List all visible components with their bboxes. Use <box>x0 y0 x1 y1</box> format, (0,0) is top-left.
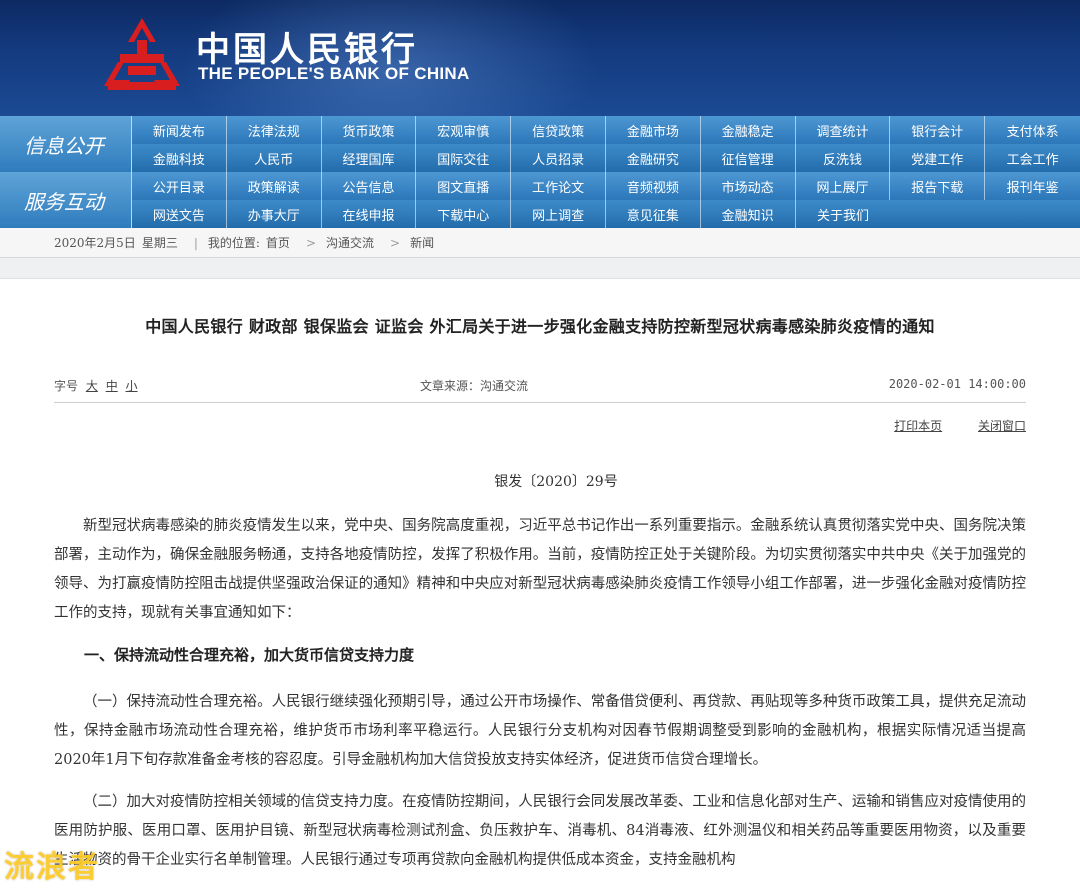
nav-item[interactable]: 党建工作 <box>890 144 986 172</box>
nav-item[interactable]: 人民币 <box>227 144 322 172</box>
divider <box>54 402 1026 403</box>
close-window-link[interactable]: 关闭窗口 <box>978 419 1026 433</box>
nav-item[interactable]: 工作论文 <box>511 172 606 200</box>
font-small-link[interactable]: 小 <box>126 379 138 393</box>
pboc-logo-icon[interactable] <box>100 16 184 92</box>
current-date: 2020年2月5日 <box>54 236 136 250</box>
nav-item[interactable]: 下载中心 <box>416 200 512 228</box>
site-header: 中国人民银行 THE PEOPLE'S BANK OF CHINA <box>0 0 1080 116</box>
breadcrumb-level1-link[interactable]: 沟通交流 <box>326 234 374 251</box>
nav-item[interactable]: 图文直播 <box>416 172 512 200</box>
font-large-link[interactable]: 大 <box>86 379 98 393</box>
nav-item[interactable]: 银行会计 <box>890 116 986 144</box>
article-tools: 打印本页 关闭窗口 <box>862 417 1026 434</box>
nav-service-row1: 公开目录 政策解读 公告信息 图文直播 工作论文 音频视频 市场动态 网上展厅 … <box>132 172 1080 200</box>
nav-item[interactable]: 报刊年鉴 <box>985 172 1080 200</box>
nav-item[interactable]: 人员招录 <box>511 144 606 172</box>
chevron-right-icon: > <box>305 235 316 250</box>
paragraph: （一）保持流动性合理充裕。人民银行继续强化预期引导，通过公开市场操作、常备借贷便… <box>54 694 1026 768</box>
document-number: 银发〔2020〕29号 <box>494 474 618 490</box>
nav-info-row2: 金融科技 人民币 经理国库 国际交往 人员招录 金融研究 征信管理 反洗钱 党建… <box>132 144 1080 172</box>
nav-item[interactable]: 网上调查 <box>511 200 606 228</box>
nav-item[interactable]: 在线申报 <box>322 200 417 228</box>
article-meta: 字号 大 中 小 文章来源：沟通交流 2020-02-01 14:00:00 <box>54 377 1026 395</box>
nav-item[interactable]: 关于我们 <box>796 200 891 228</box>
main-nav: 信息公开 新闻发布 法律法规 货币政策 宏观审慎 信贷政策 金融市场 金融稳定 … <box>0 116 1080 228</box>
nav-item[interactable]: 宏观审慎 <box>416 116 512 144</box>
nav-service-label: 服务互动 <box>0 172 132 228</box>
nav-item[interactable]: 反洗钱 <box>796 144 891 172</box>
font-medium-link[interactable]: 中 <box>106 379 118 393</box>
nav-item[interactable]: 公告信息 <box>322 172 417 200</box>
nav-info-row1: 新闻发布 法律法规 货币政策 宏观审慎 信贷政策 金融市场 金融稳定 调查统计 … <box>132 116 1080 144</box>
nav-item[interactable]: 报告下载 <box>890 172 986 200</box>
breadcrumb-level2-link[interactable]: 新闻 <box>410 234 434 251</box>
nav-item[interactable]: 金融稳定 <box>701 116 796 144</box>
nav-service-section: 服务互动 公开目录 政策解读 公告信息 图文直播 工作论文 音频视频 市场动态 … <box>0 172 1080 228</box>
article-source: 文章来源：沟通交流 <box>420 379 529 393</box>
nav-item[interactable]: 货币政策 <box>322 116 417 144</box>
watermark-text: 流浪者 <box>4 850 100 885</box>
nav-info-section: 信息公开 新闻发布 法律法规 货币政策 宏观审慎 信贷政策 金融市场 金融稳定 … <box>0 116 1080 172</box>
article-datetime: 2020-02-01 14:00:00 <box>888 377 1026 391</box>
nav-item[interactable]: 意见征集 <box>606 200 701 228</box>
nav-item[interactable]: 网送文告 <box>132 200 227 228</box>
nav-item[interactable]: 金融科技 <box>132 144 227 172</box>
font-size-switcher: 字号 大 中 小 <box>54 377 138 394</box>
nav-item[interactable]: 新闻发布 <box>132 116 227 144</box>
paragraph: （二）加大对疫情防控相关领域的信贷支持力度。在疫情防控期间，人民银行会同发展改革… <box>54 794 1026 868</box>
nav-item[interactable]: 金融知识 <box>701 200 796 228</box>
breadcrumb-home-link[interactable]: 首页 <box>266 234 290 251</box>
paragraph: 新型冠状病毒感染的肺炎疫情发生以来，党中央、国务院高度重视，习近平总书记作出一系… <box>54 518 1026 621</box>
separator: | <box>193 235 198 250</box>
article-panel: 中国人民银行 财政部 银保监会 证监会 外汇局关于进一步强化金融支持防控新型冠状… <box>0 278 1080 892</box>
nav-item[interactable]: 工会工作 <box>985 144 1080 172</box>
nav-item[interactable]: 法律法规 <box>227 116 322 144</box>
nav-item[interactable]: 网上展厅 <box>796 172 891 200</box>
nav-item[interactable]: 政策解读 <box>227 172 322 200</box>
nav-info-label: 信息公开 <box>0 116 132 172</box>
nav-item[interactable]: 金融研究 <box>606 144 701 172</box>
brand-name-en: THE PEOPLE'S BANK OF CHINA <box>198 64 470 83</box>
nav-item[interactable]: 办事大厅 <box>227 200 322 228</box>
article-title: 中国人民银行 财政部 银保监会 证监会 外汇局关于进一步强化金融支持防控新型冠状… <box>145 317 935 336</box>
chevron-right-icon: > <box>390 235 401 250</box>
print-page-link[interactable]: 打印本页 <box>894 419 942 433</box>
nav-service-row2: 网送文告 办事大厅 在线申报 下载中心 网上调查 意见征集 金融知识 关于我们 <box>132 200 1080 228</box>
section-heading: 一、保持流动性合理充裕，加大货币信贷支持力度 <box>84 646 415 664</box>
current-weekday: 星期三 <box>141 236 178 250</box>
nav-item[interactable]: 金融市场 <box>606 116 701 144</box>
nav-item[interactable]: 公开目录 <box>132 172 227 200</box>
article-body: 新型冠状病毒感染的肺炎疫情发生以来，党中央、国务院高度重视，习近平总书记作出一系… <box>54 512 1026 888</box>
font-size-label: 字号 <box>54 379 79 393</box>
nav-item[interactable]: 信贷政策 <box>511 116 606 144</box>
nav-item[interactable]: 支付体系 <box>985 116 1080 144</box>
nav-item[interactable]: 征信管理 <box>701 144 796 172</box>
nav-item[interactable]: 经理国库 <box>322 144 417 172</box>
location-label: 我的位置: <box>207 236 260 250</box>
nav-item[interactable]: 音频视频 <box>606 172 701 200</box>
nav-item[interactable]: 调查统计 <box>796 116 891 144</box>
breadcrumb: 2020年2月5日 星期三 | 我的位置: 首页 > 沟通交流 > 新闻 <box>0 228 1080 258</box>
nav-item[interactable]: 市场动态 <box>701 172 796 200</box>
nav-item[interactable]: 国际交往 <box>416 144 512 172</box>
